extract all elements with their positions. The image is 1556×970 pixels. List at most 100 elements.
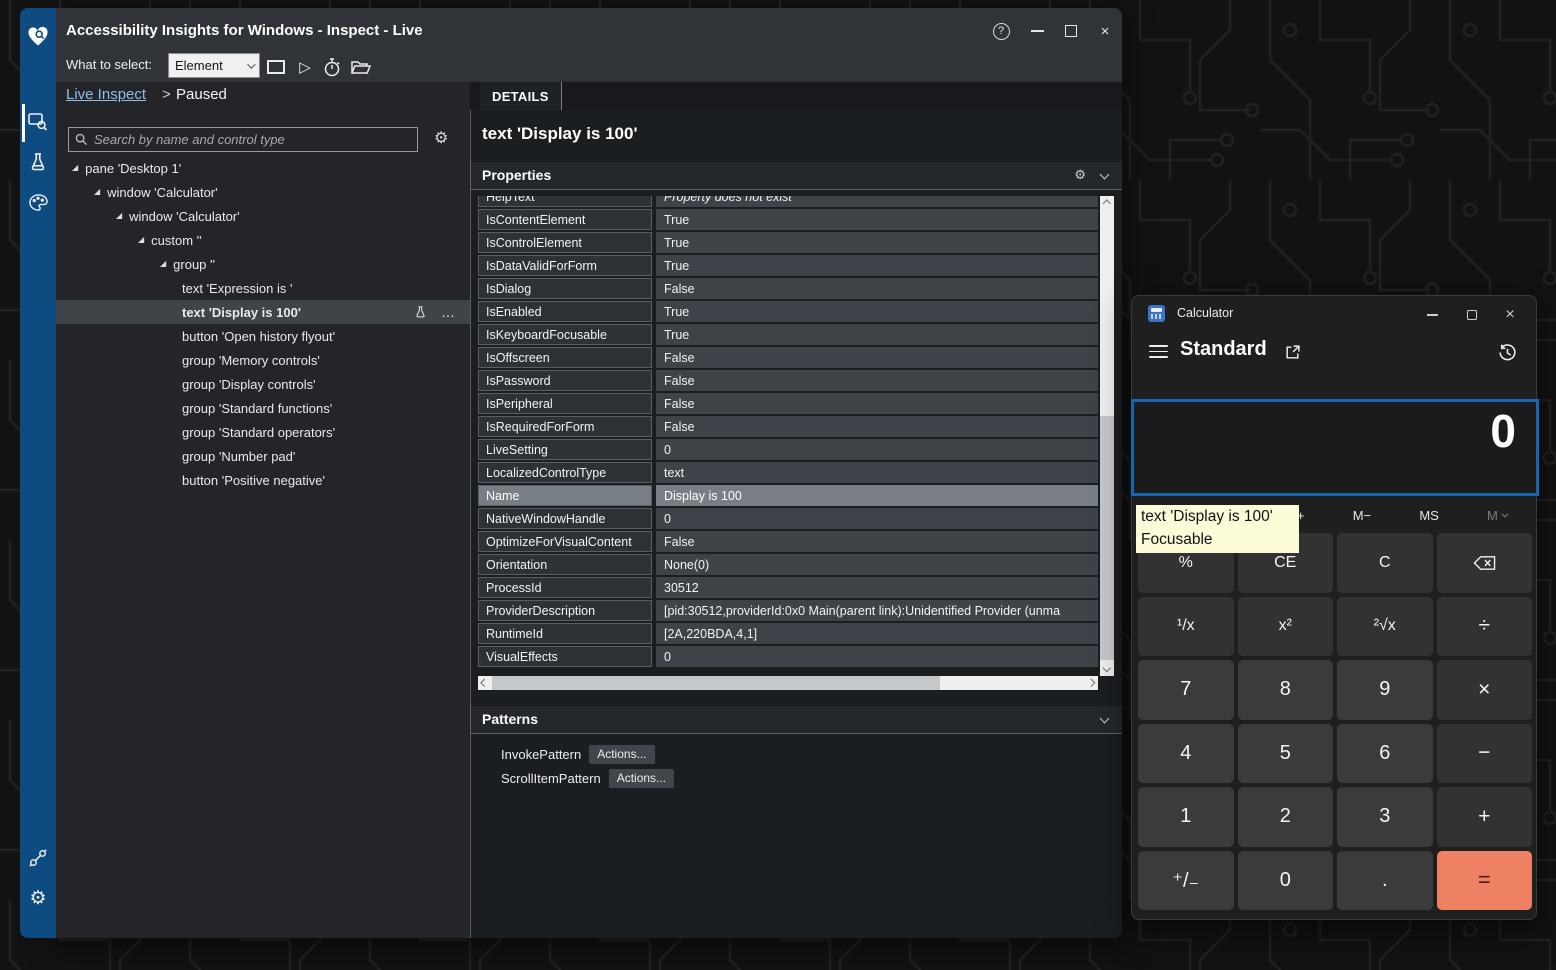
collapse-chevron-icon[interactable] [1100,714,1110,724]
pattern-actions-button[interactable]: Actions... [609,769,674,788]
test-beaker-icon[interactable] [20,148,56,176]
calc-button-5[interactable]: 5 [1238,724,1334,784]
memory-button[interactable]: MS [1419,508,1439,523]
calc-button-¹/x[interactable]: ¹/x [1138,597,1234,657]
property-row[interactable]: RuntimeId[2A,220BDA,4,1] [478,623,1098,644]
scroll-right-icon[interactable] [1087,679,1095,687]
tree-item[interactable]: group 'Display controls' [56,372,470,396]
tree-item[interactable]: button 'Positive negative' [56,468,470,492]
calc-button-4[interactable]: 4 [1138,724,1234,784]
tree-item[interactable]: group 'Standard operators' [56,420,470,444]
live-inspect-link[interactable]: Live Inspect [66,86,146,103]
connection-icon[interactable] [20,844,56,872]
calc-button-.[interactable]: . [1337,851,1433,911]
calc-button-3[interactable]: 3 [1337,787,1433,847]
calc-button-0[interactable]: 0 [1238,851,1334,911]
calc-button-+[interactable]: + [1437,787,1533,847]
calc-button-−[interactable]: − [1437,724,1533,784]
calc-close-button[interactable]: × [1490,304,1530,326]
minimize-button[interactable] [1022,20,1052,42]
properties-vertical-scrollbar[interactable] [1100,196,1114,676]
menu-icon[interactable] [1149,345,1168,358]
tree-item[interactable]: ◢window 'Calculator' [56,204,470,228]
scroll-left-icon[interactable] [481,679,489,687]
properties-horizontal-scrollbar[interactable] [478,676,1098,690]
calculator-display[interactable]: 0 [1131,399,1539,496]
memory-button[interactable]: M− [1353,508,1371,523]
calc-button-×[interactable]: × [1437,660,1533,720]
property-row[interactable]: LiveSetting0 [478,439,1098,460]
calc-button-x²[interactable]: x² [1238,597,1334,657]
selection-outline-icon[interactable] [264,56,288,78]
calc-button-9[interactable]: 9 [1337,660,1433,720]
tree-item[interactable]: text 'Expression is ' [56,276,470,300]
properties-section-header[interactable]: Properties ⚙ [471,162,1122,190]
open-folder-icon[interactable] [348,56,372,78]
calc-button-7[interactable]: 7 [1138,660,1234,720]
close-button[interactable]: × [1090,20,1120,42]
calc-button-1[interactable]: 1 [1138,787,1234,847]
scroll-down-icon[interactable] [1103,664,1111,672]
property-row[interactable]: IsPasswordFalse [478,370,1098,391]
property-row[interactable]: LocalizedControlTypetext [478,462,1098,483]
calc-minimize-button[interactable] [1412,304,1452,326]
help-button[interactable]: ? [986,20,1016,42]
tab-details[interactable]: DETAILS [480,82,562,110]
calc-button-⁺/₋[interactable]: ⁺/₋ [1138,851,1234,911]
property-row[interactable]: IsContentElementTrue [478,209,1098,230]
property-row[interactable]: IsEnabledTrue [478,301,1098,322]
search-input[interactable] [94,132,411,147]
tree-item[interactable]: group 'Standard functions' [56,396,470,420]
property-row[interactable]: ProviderDescription[pid:30512,providerId… [478,600,1098,621]
calc-maximize-button[interactable] [1452,304,1492,326]
history-icon[interactable] [1497,342,1518,368]
scroll-up-icon[interactable] [1103,200,1111,208]
tree-item[interactable]: button 'Open history flyout' [56,324,470,348]
search-box[interactable] [68,127,418,152]
memory-button[interactable]: M [1487,508,1506,523]
tree-item[interactable]: group 'Number pad' [56,444,470,468]
scrollbar-thumb[interactable] [1100,416,1114,660]
test-beaker-icon[interactable] [414,305,427,319]
scrollbar-thumb[interactable] [492,676,940,690]
patterns-section-header[interactable]: Patterns [471,706,1122,734]
calc-button-÷[interactable]: ÷ [1437,597,1533,657]
timer-icon[interactable] [320,56,344,78]
pattern-actions-button[interactable]: Actions... [589,745,654,764]
run-icon[interactable]: ▷ [293,56,317,78]
live-inspect-icon[interactable] [20,108,56,136]
element-selector-dropdown[interactable]: Element [168,53,260,78]
calc-button-=[interactable]: = [1437,851,1533,911]
property-row[interactable]: VisualEffects0 [478,646,1098,667]
maximize-button[interactable] [1056,20,1086,42]
tree-settings-gear-icon[interactable]: ⚙ [434,128,448,148]
property-row[interactable]: ProcessId30512 [478,577,1098,598]
tree-item[interactable]: ◢group '' [56,252,470,276]
properties-settings-gear-icon[interactable]: ⚙ [1074,167,1086,183]
property-row[interactable]: IsOffscreenFalse [478,347,1098,368]
property-row[interactable]: NameDisplay is 100 [478,485,1098,506]
property-row[interactable]: IsDataValidForFormTrue [478,255,1098,276]
property-row[interactable]: IsKeyboardFocusableTrue [478,324,1098,345]
calc-button-2[interactable]: 2 [1238,787,1334,847]
expander-icon[interactable]: ◢ [160,259,166,268]
tree-item[interactable]: ◢window 'Calculator' [56,180,470,204]
tree-item[interactable]: ◢custom '' [56,228,470,252]
property-row[interactable]: HelpTextProperty does not exist [478,196,1098,207]
keep-on-top-icon[interactable] [1284,344,1301,366]
expander-icon[interactable]: ◢ [72,163,78,172]
calc-button-8[interactable]: 8 [1238,660,1334,720]
calc-button-C[interactable]: C [1337,533,1433,593]
expander-icon[interactable]: ◢ [116,211,122,220]
property-row[interactable]: IsControlElementTrue [478,232,1098,253]
tree-item[interactable]: group 'Memory controls' [56,348,470,372]
property-row[interactable]: NativeWindowHandle0 [478,508,1098,529]
color-contrast-icon[interactable] [20,188,56,216]
property-row[interactable]: IsDialogFalse [478,278,1098,299]
calc-button-²√x[interactable]: ²√x [1337,597,1433,657]
calc-button-6[interactable]: 6 [1337,724,1433,784]
collapse-chevron-icon[interactable] [1100,170,1110,180]
property-row[interactable]: OrientationNone(0) [478,554,1098,575]
property-row[interactable]: IsPeripheralFalse [478,393,1098,414]
expander-icon[interactable]: ◢ [94,187,100,196]
